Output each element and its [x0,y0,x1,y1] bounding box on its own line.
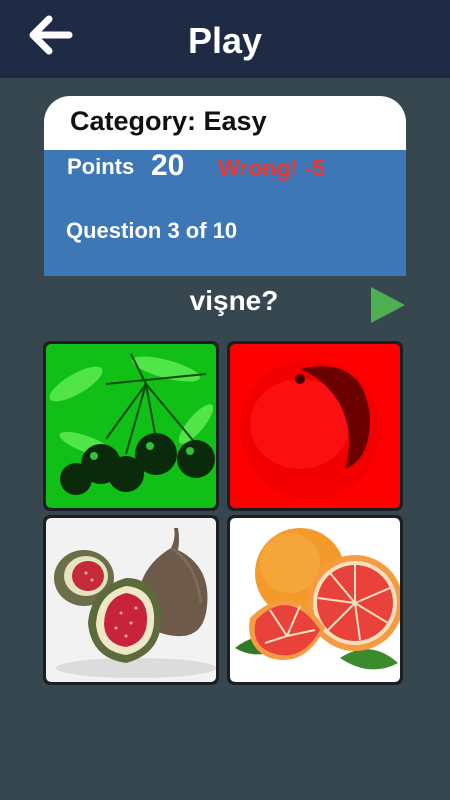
category-label: Category: Easy [70,106,267,136]
red-fruit-image [230,344,400,508]
play-screen: Play Category: Easy Points 20 Wrong! -5 … [0,0,450,800]
answer-option-2[interactable] [227,341,403,511]
play-audio-button[interactable] [368,285,408,325]
question-progress: Question 3 of 10 [66,218,238,243]
card-header: Category: Easy [44,96,406,150]
grapefruit-image [230,518,400,682]
play-icon [371,287,405,323]
points-value: 20 [151,149,185,182]
answer-option-4[interactable] [227,515,403,685]
info-card: Category: Easy Points 20 Wrong! -5 Quest… [44,96,406,276]
answer-option-1[interactable] [43,341,219,511]
card-body: Points 20 Wrong! -5 Question 3 of 10 [44,149,406,276]
top-bar: Play [0,0,450,78]
arrow-left-icon [29,15,73,55]
back-button[interactable] [22,12,78,58]
answer-feedback: Wrong! -5 [218,155,325,181]
figs-image [46,518,216,682]
points-label: Points [67,154,135,179]
cherries-image [46,344,216,508]
answer-option-3[interactable] [43,515,219,685]
